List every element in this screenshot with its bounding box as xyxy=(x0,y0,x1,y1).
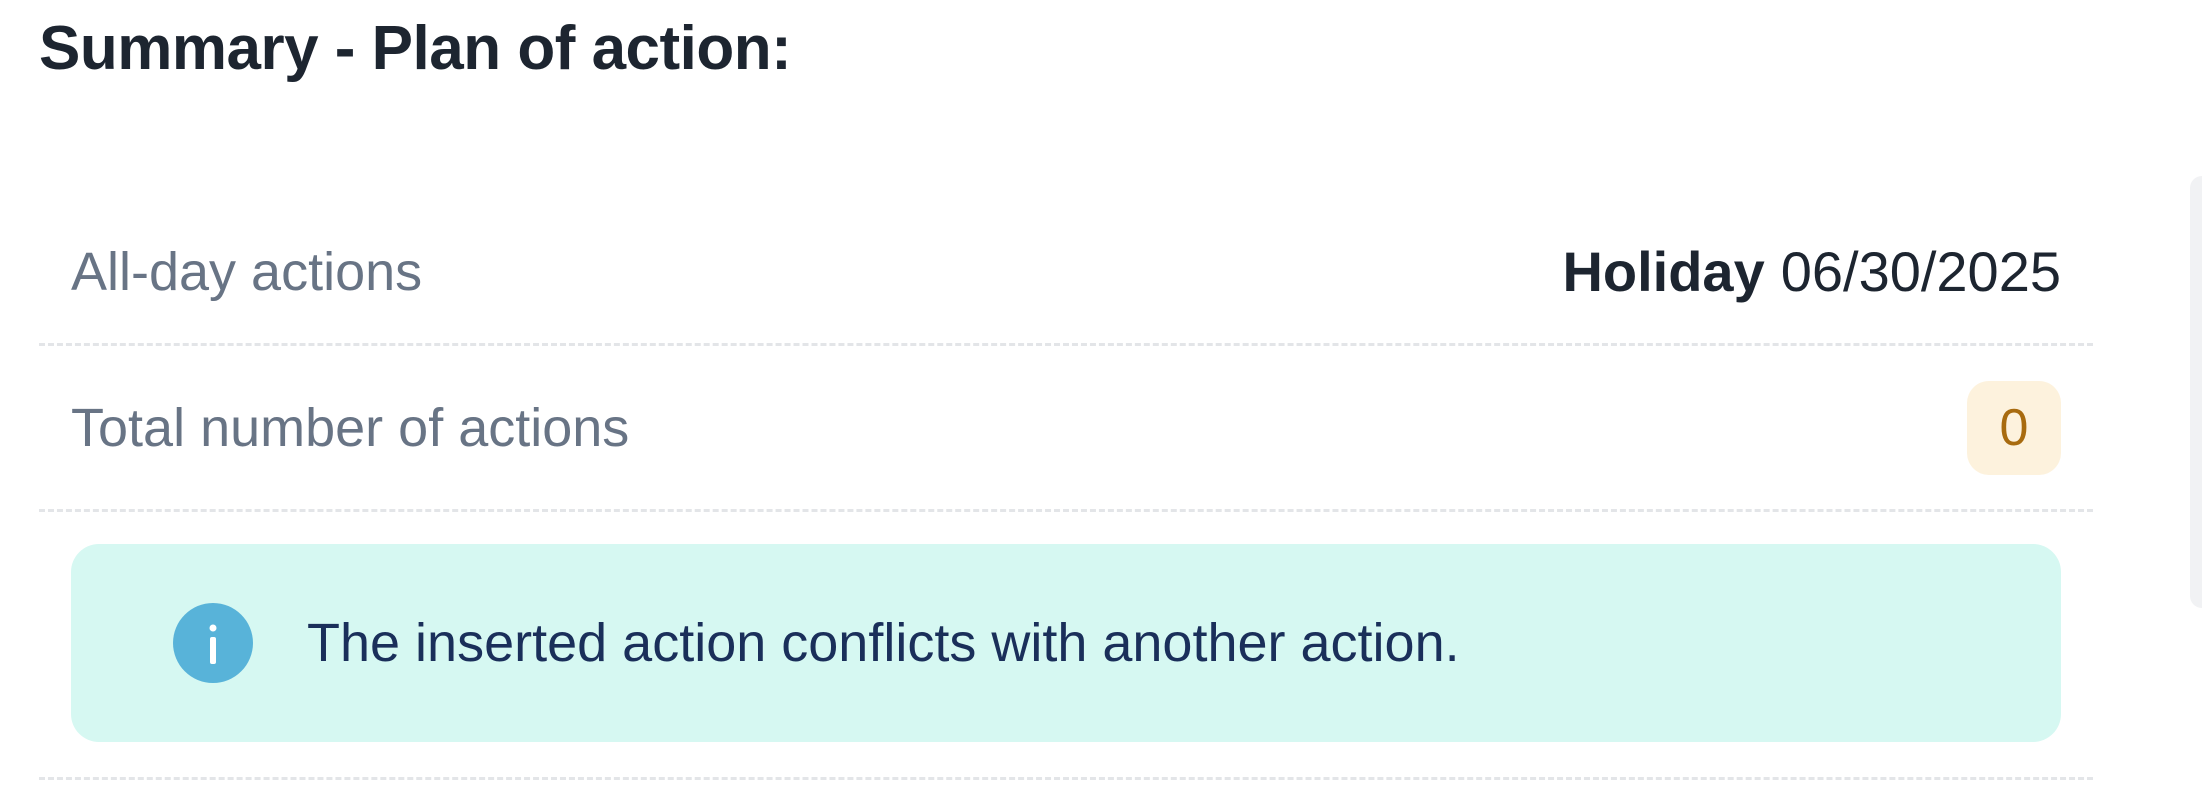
all-day-actions-label: All-day actions xyxy=(71,241,423,302)
holiday-date: 06/30/2025 xyxy=(1780,239,2061,303)
all-day-actions-row: All-day actions Holiday 06/30/2025 xyxy=(39,200,2093,346)
holiday-label: Holiday xyxy=(1562,239,1765,303)
all-day-actions-value: Holiday 06/30/2025 xyxy=(1562,243,2061,300)
conflict-alert: The inserted action conflicts with anoth… xyxy=(71,544,2061,742)
total-actions-row: Total number of actions 0 xyxy=(39,346,2093,512)
page-title: Summary - Plan of action: xyxy=(39,14,792,83)
info-icon xyxy=(173,603,253,683)
summary-list: All-day actions Holiday 06/30/2025 Total … xyxy=(39,200,2093,780)
summary-page: Summary - Plan of action: All-day action… xyxy=(0,0,2202,808)
total-actions-count-badge: 0 xyxy=(1967,380,2061,475)
alert-row: The inserted action conflicts with anoth… xyxy=(39,512,2093,780)
total-actions-label: Total number of actions xyxy=(71,397,630,458)
scrollbar-track[interactable] xyxy=(2190,176,2202,608)
conflict-alert-text: The inserted action conflicts with anoth… xyxy=(307,613,1460,673)
